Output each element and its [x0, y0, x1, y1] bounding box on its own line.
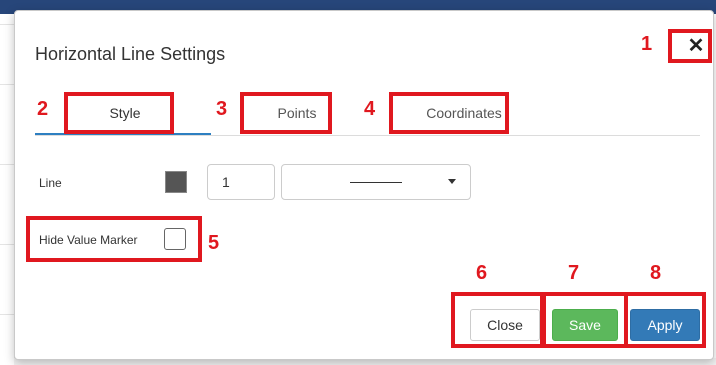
annotation-box: [668, 29, 712, 63]
annotation-number: 7: [568, 262, 580, 284]
gridline: [0, 24, 14, 25]
line-width-input[interactable]: 1: [207, 164, 275, 200]
annotation-number: 1: [641, 33, 653, 55]
dialog-title: Horizontal Line Settings: [35, 44, 226, 64]
annotation-number: 2: [37, 98, 49, 120]
annotation-number: 3: [216, 98, 228, 120]
gridline: [0, 164, 14, 165]
line-style-preview: [350, 182, 402, 183]
gridline: [0, 314, 14, 315]
gridline: [0, 84, 14, 85]
chevron-down-icon: [448, 179, 456, 184]
annotation-number: 8: [650, 262, 662, 284]
annotation-number: 6: [476, 262, 488, 284]
annotation-box: [64, 92, 174, 134]
gridline: [0, 244, 14, 245]
annotation-box: [26, 216, 202, 262]
line-color-swatch[interactable]: [165, 171, 187, 193]
line-style-select[interactable]: [281, 164, 471, 200]
annotation-box: [451, 292, 544, 348]
annotation-box: [240, 92, 332, 134]
line-label: Line: [39, 176, 62, 190]
annotation-box: [389, 92, 509, 134]
annotation-box: [624, 292, 706, 348]
background-chart-edge: [0, 14, 15, 365]
annotation-number: 4: [364, 98, 376, 120]
annotation-number: 5: [208, 232, 220, 254]
annotation-box: [542, 292, 628, 348]
